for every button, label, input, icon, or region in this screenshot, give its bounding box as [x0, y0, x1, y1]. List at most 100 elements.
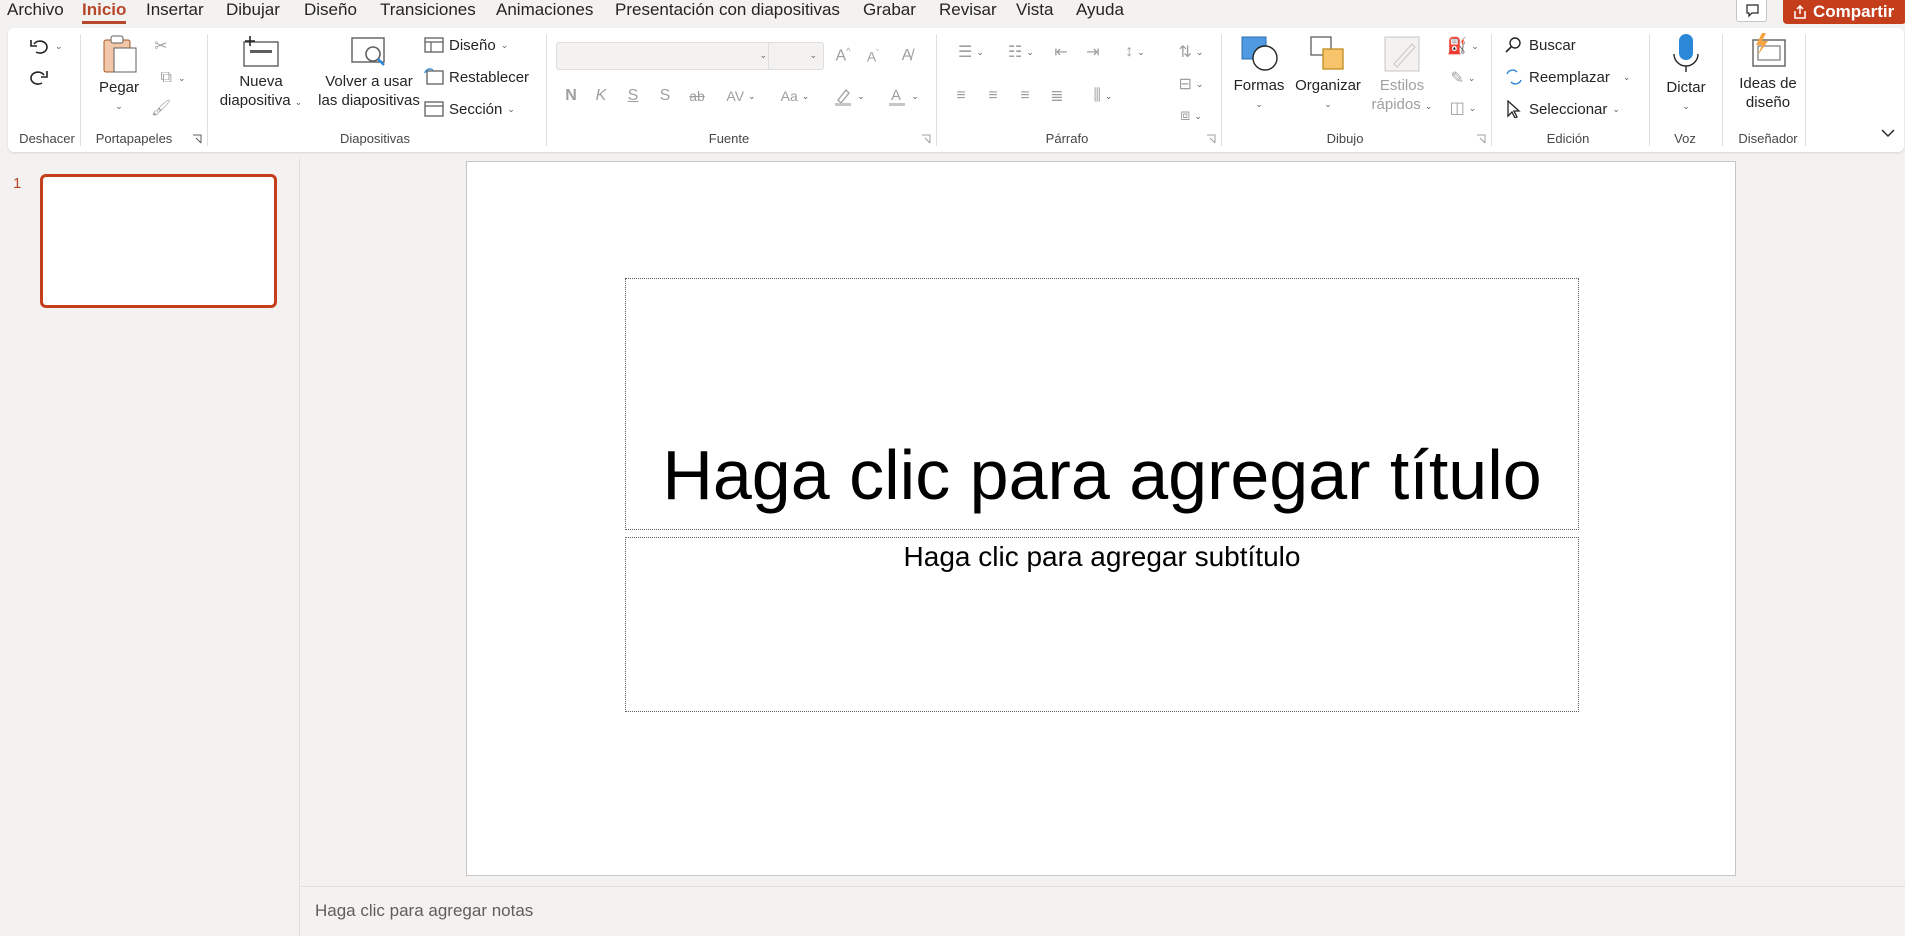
tab-grabar[interactable]: Grabar [863, 0, 916, 20]
shape-fill-button[interactable]: ⛽ ⌄ [1440, 34, 1486, 58]
find-button[interactable]: Buscar [1504, 36, 1576, 54]
tab-archivo[interactable]: Archivo [7, 0, 64, 20]
underline-button[interactable]: S [620, 84, 646, 108]
dialog-launcher-icon[interactable] [1476, 134, 1486, 144]
text-shadow-button[interactable]: S [652, 84, 678, 108]
columns-button[interactable]: ⫼ ⌄ [1080, 84, 1126, 108]
chevron-down-icon: ⌄ [507, 103, 515, 114]
dictate-button[interactable]: Dictar ⌄ [1658, 32, 1714, 116]
group-label-portapapeles: Portapapeles [95, 131, 173, 146]
tab-ayuda[interactable]: Ayuda [1076, 0, 1124, 20]
select-label: Seleccionar [1529, 100, 1608, 118]
reset-button[interactable]: Restablecer [424, 68, 529, 86]
tab-insertar[interactable]: Insertar [146, 0, 204, 20]
clear-formatting-button[interactable]: A̸ [894, 44, 920, 68]
increase-font-button[interactable]: A^ [830, 44, 856, 68]
share-button[interactable]: Compartir [1783, 0, 1905, 24]
group-divider [1649, 34, 1650, 146]
slide-canvas[interactable]: Haga clic para agregar título Haga clic … [466, 161, 1736, 876]
align-left-button[interactable]: ≡ [948, 84, 974, 108]
notes-pane[interactable]: Haga clic para agregar notas [301, 886, 1905, 934]
align-right-button[interactable]: ≡ [1012, 84, 1038, 108]
highlight-button[interactable]: ⌄ [826, 84, 872, 108]
group-divider [1491, 34, 1492, 146]
font-color-button[interactable]: A ⌄ [880, 84, 926, 108]
select-button[interactable]: Seleccionar ⌄ [1504, 100, 1620, 118]
increase-indent-button[interactable]: ⇥ [1080, 40, 1106, 64]
align-left-icon: ≡ [956, 87, 966, 104]
tab-vista[interactable]: Vista [1016, 0, 1054, 20]
font-family-combo[interactable]: ⌄ [556, 42, 774, 70]
tab-transiciones[interactable]: Transiciones [380, 0, 476, 20]
title-placeholder[interactable]: Haga clic para agregar título [625, 278, 1579, 530]
design-ideas-label2: diseño [1745, 94, 1791, 111]
align-center-button[interactable]: ≡ [980, 84, 1006, 108]
char-spacing-button[interactable]: AV ⌄ [718, 84, 764, 108]
tab-revisar[interactable]: Revisar [939, 0, 997, 20]
dialog-launcher-icon[interactable] [921, 134, 931, 144]
text-direction-button[interactable]: ⇅ ⌄ [1168, 40, 1214, 64]
arrange-button[interactable]: Organizar ⌄ [1290, 34, 1366, 114]
shapes-button[interactable]: Formas ⌄ [1230, 34, 1288, 114]
paste-button[interactable]: Pegar ⌄ [96, 34, 142, 116]
comments-button[interactable] [1736, 0, 1767, 22]
layout-icon [424, 37, 444, 53]
copy-button[interactable]: ⧉ ⌄ [148, 66, 198, 90]
chevron-down-icon: ⌄ [1468, 102, 1477, 113]
new-slide-label2: diapositiva ⌄ [216, 91, 306, 112]
format-painter-button[interactable]: 🖌 [148, 96, 174, 120]
replace-button[interactable]: Reemplazar ⌄ [1504, 68, 1630, 86]
group-divider [546, 34, 547, 146]
group-label-disenador: Diseñador [1738, 131, 1798, 146]
line-spacing-button[interactable]: ↕ ⌄ [1112, 40, 1158, 64]
justify-button[interactable]: ≣ [1044, 84, 1070, 108]
decrease-indent-button[interactable]: ⇤ [1048, 40, 1074, 64]
svg-text:A: A [891, 87, 901, 104]
chevron-down-icon: ⌄ [759, 50, 767, 60]
redo-icon [30, 71, 48, 85]
bullets-button[interactable]: ☰ ⌄ [948, 40, 994, 64]
new-slide-button[interactable]: Nueva diapositiva ⌄ [216, 34, 306, 112]
dialog-launcher-icon[interactable] [192, 134, 202, 144]
shape-effects-button[interactable]: ◫ ⌄ [1440, 96, 1486, 120]
dialog-launcher-icon[interactable] [1206, 134, 1216, 144]
shape-outline-button[interactable]: ✎ ⌄ [1440, 66, 1486, 90]
design-ideas-button[interactable]: Ideas de diseño [1730, 32, 1806, 112]
dictate-label: Dictar [1666, 79, 1706, 96]
strikethrough-button[interactable]: ab [684, 84, 710, 108]
reuse-slides-button[interactable]: Volver a usar las diapositivas [314, 34, 424, 110]
tab-dibujar[interactable]: Dibujar [226, 0, 280, 20]
chevron-down-icon: ⌄ [1424, 101, 1433, 111]
tab-diseno[interactable]: Diseño [304, 0, 357, 20]
tab-inicio[interactable]: Inicio [82, 0, 127, 24]
quick-styles-button[interactable]: Estilos rápidos ⌄ [1366, 34, 1438, 116]
section-button[interactable]: Sección ⌄ [424, 100, 515, 118]
smartart-button[interactable]: ⧈ ⌄ [1168, 104, 1214, 128]
tab-animaciones[interactable]: Animaciones [496, 0, 593, 20]
font-size-combo[interactable]: ⌄ [768, 42, 824, 70]
new-slide-label: Nueva [239, 73, 283, 90]
bold-button[interactable]: N [558, 84, 584, 108]
text-direction-icon: ⇅ [1178, 44, 1192, 61]
group-divider [1221, 34, 1222, 146]
numbering-button[interactable]: ☷ ⌄ [998, 40, 1044, 64]
tab-presentacion[interactable]: Presentación con diapositivas [615, 0, 840, 20]
group-divider [80, 34, 81, 146]
decrease-font-button[interactable]: Aˇ [860, 44, 886, 68]
char-spacing-icon: AV [726, 88, 745, 104]
cut-button[interactable]: ✂ [148, 34, 174, 58]
slide-thumbnail[interactable] [40, 174, 277, 308]
redo-button[interactable] [28, 66, 50, 88]
undo-button[interactable]: ⌄ [28, 35, 63, 57]
layout-button[interactable]: Diseño ⌄ [424, 36, 508, 54]
group-divider [936, 34, 937, 146]
paint-bucket-icon: ⛽ [1447, 38, 1468, 55]
align-text-button[interactable]: ⊟ ⌄ [1168, 72, 1214, 96]
notes-placeholder: Haga clic para agregar notas [315, 901, 534, 920]
change-case-button[interactable]: Aa ⌄ [772, 84, 818, 108]
chevron-down-icon: ⌄ [1612, 103, 1620, 114]
italic-button[interactable]: K [588, 84, 614, 108]
highlighter-icon [835, 89, 852, 106]
collapse-ribbon-icon[interactable] [1881, 128, 1895, 138]
subtitle-placeholder[interactable]: Haga clic para agregar subtítulo [625, 537, 1579, 712]
